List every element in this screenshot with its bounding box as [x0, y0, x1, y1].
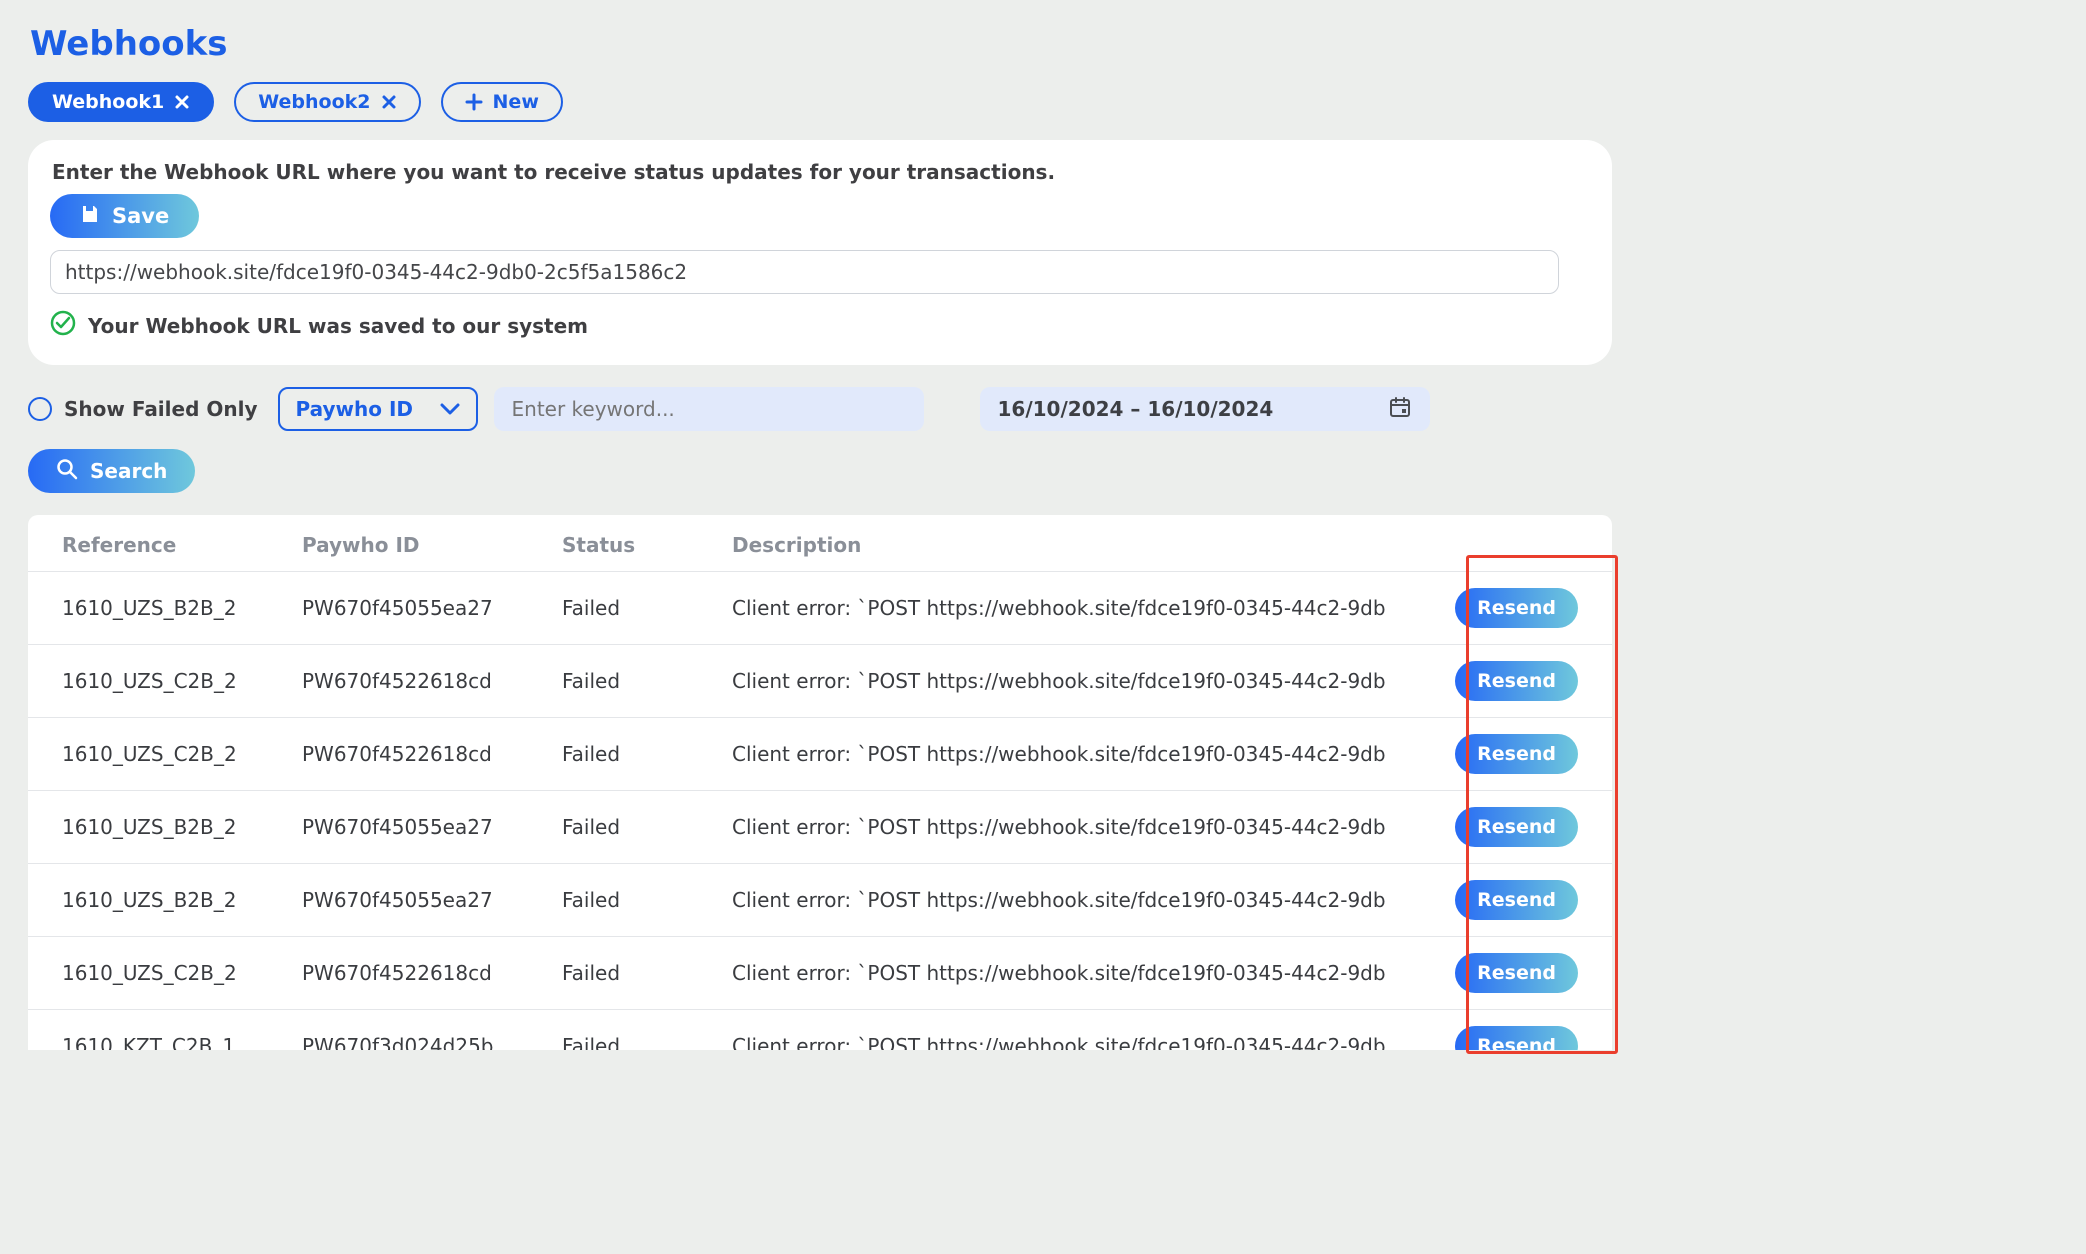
cell-description: Client error: `POST https://webhook.site… [732, 815, 1428, 839]
page-title: Webhooks [30, 24, 1612, 64]
check-circle-icon [50, 310, 76, 341]
resend-button[interactable]: Resend [1455, 588, 1578, 628]
save-button-label: Save [112, 204, 169, 228]
cell-description: Client error: `POST https://webhook.site… [732, 1034, 1428, 1050]
search-button-label: Search [90, 459, 167, 483]
col-paywho-id: Paywho ID [302, 533, 562, 557]
webhook2-chip[interactable]: Webhook2 [234, 82, 420, 122]
table-row: 1610_UZS_C2B_2PW670f4522618cdFailedClien… [28, 937, 1612, 1010]
saved-confirmation-text: Your Webhook URL was saved to our system [88, 314, 588, 338]
cell-reference: 1610_UZS_B2B_2 [62, 815, 302, 839]
cell-reference: 1610_UZS_B2B_2 [62, 596, 302, 620]
resend-button[interactable]: Resend [1455, 807, 1578, 847]
webhook-log-table: Reference Paywho ID Status Description 1… [28, 515, 1612, 1050]
search-icon [56, 458, 78, 485]
cell-status: Failed [562, 961, 732, 985]
radio-icon [28, 397, 52, 421]
cell-paywho-id: PW670f45055ea27 [302, 888, 562, 912]
webhook-url-panel: Enter the Webhook URL where you want to … [28, 140, 1612, 365]
cell-description: Client error: `POST https://webhook.site… [732, 888, 1428, 912]
cell-reference: 1610_UZS_C2B_2 [62, 669, 302, 693]
table-header-row: Reference Paywho ID Status Description [28, 519, 1612, 572]
cell-description: Client error: `POST https://webhook.site… [732, 596, 1428, 620]
search-field-select[interactable]: Paywho ID [278, 387, 478, 431]
calendar-icon [1388, 395, 1412, 424]
cell-status: Failed [562, 888, 732, 912]
cell-status: Failed [562, 1034, 732, 1050]
show-failed-only-label: Show Failed Only [64, 397, 258, 421]
cell-paywho-id: PW670f4522618cd [302, 742, 562, 766]
cell-paywho-id: PW670f4522618cd [302, 961, 562, 985]
resend-button[interactable]: Resend [1455, 953, 1578, 993]
col-description: Description [732, 533, 1428, 557]
date-range-value: 16/10/2024 – 16/10/2024 [998, 397, 1274, 421]
resend-button[interactable]: Resend [1455, 880, 1578, 920]
keyword-input[interactable] [494, 387, 924, 431]
webhook2-chip-label: Webhook2 [258, 91, 370, 113]
webhook1-chip[interactable]: Webhook1 [28, 82, 214, 122]
cell-reference: 1610_UZS_C2B_2 [62, 961, 302, 985]
show-failed-only-toggle[interactable]: Show Failed Only [28, 397, 258, 421]
chevron-down-icon [440, 397, 460, 421]
close-icon[interactable] [381, 94, 397, 110]
date-range-picker[interactable]: 16/10/2024 – 16/10/2024 [980, 387, 1430, 431]
resend-button[interactable]: Resend [1455, 734, 1578, 774]
filter-row: Show Failed Only Paywho ID 16/10/2024 – … [28, 387, 1612, 431]
table-row: 1610_UZS_C2B_2PW670f4522618cdFailedClien… [28, 645, 1612, 718]
save-icon [80, 204, 100, 229]
search-button[interactable]: Search [28, 449, 195, 493]
cell-status: Failed [562, 815, 732, 839]
table-row: 1610_UZS_B2B_2PW670f45055ea27FailedClien… [28, 791, 1612, 864]
cell-paywho-id: PW670f45055ea27 [302, 815, 562, 839]
cell-description: Client error: `POST https://webhook.site… [732, 961, 1428, 985]
col-reference: Reference [62, 533, 302, 557]
table-row: 1610_UZS_B2B_2PW670f45055ea27FailedClien… [28, 864, 1612, 937]
table-row: 1610_UZS_C2B_2PW670f4522618cdFailedClien… [28, 718, 1612, 791]
panel-description: Enter the Webhook URL where you want to … [52, 160, 1590, 184]
table-row: 1610_KZT_C2B_1PW670f3d024d25bFailedClien… [28, 1010, 1612, 1050]
cell-reference: 1610_KZT_C2B_1 [62, 1034, 302, 1050]
new-webhook-label: New [493, 91, 539, 113]
cell-description: Client error: `POST https://webhook.site… [732, 669, 1428, 693]
resend-button[interactable]: Resend [1455, 661, 1578, 701]
cell-reference: 1610_UZS_C2B_2 [62, 742, 302, 766]
search-field-select-label: Paywho ID [296, 397, 414, 421]
cell-status: Failed [562, 742, 732, 766]
webhook-chip-row: Webhook1 Webhook2 New [28, 82, 1612, 122]
plus-icon [465, 93, 483, 111]
close-icon[interactable] [174, 94, 190, 110]
col-status: Status [562, 533, 732, 557]
cell-paywho-id: PW670f3d024d25b [302, 1034, 562, 1050]
cell-description: Client error: `POST https://webhook.site… [732, 742, 1428, 766]
table-row: 1610_UZS_B2B_2PW670f45055ea27FailedClien… [28, 572, 1612, 645]
cell-reference: 1610_UZS_B2B_2 [62, 888, 302, 912]
save-button[interactable]: Save [50, 194, 199, 238]
webhook1-chip-label: Webhook1 [52, 91, 164, 113]
webhook-url-input[interactable] [50, 250, 1559, 294]
cell-paywho-id: PW670f45055ea27 [302, 596, 562, 620]
cell-status: Failed [562, 669, 732, 693]
cell-paywho-id: PW670f4522618cd [302, 669, 562, 693]
new-webhook-chip[interactable]: New [441, 82, 563, 122]
cell-status: Failed [562, 596, 732, 620]
resend-button[interactable]: Resend [1455, 1026, 1578, 1050]
